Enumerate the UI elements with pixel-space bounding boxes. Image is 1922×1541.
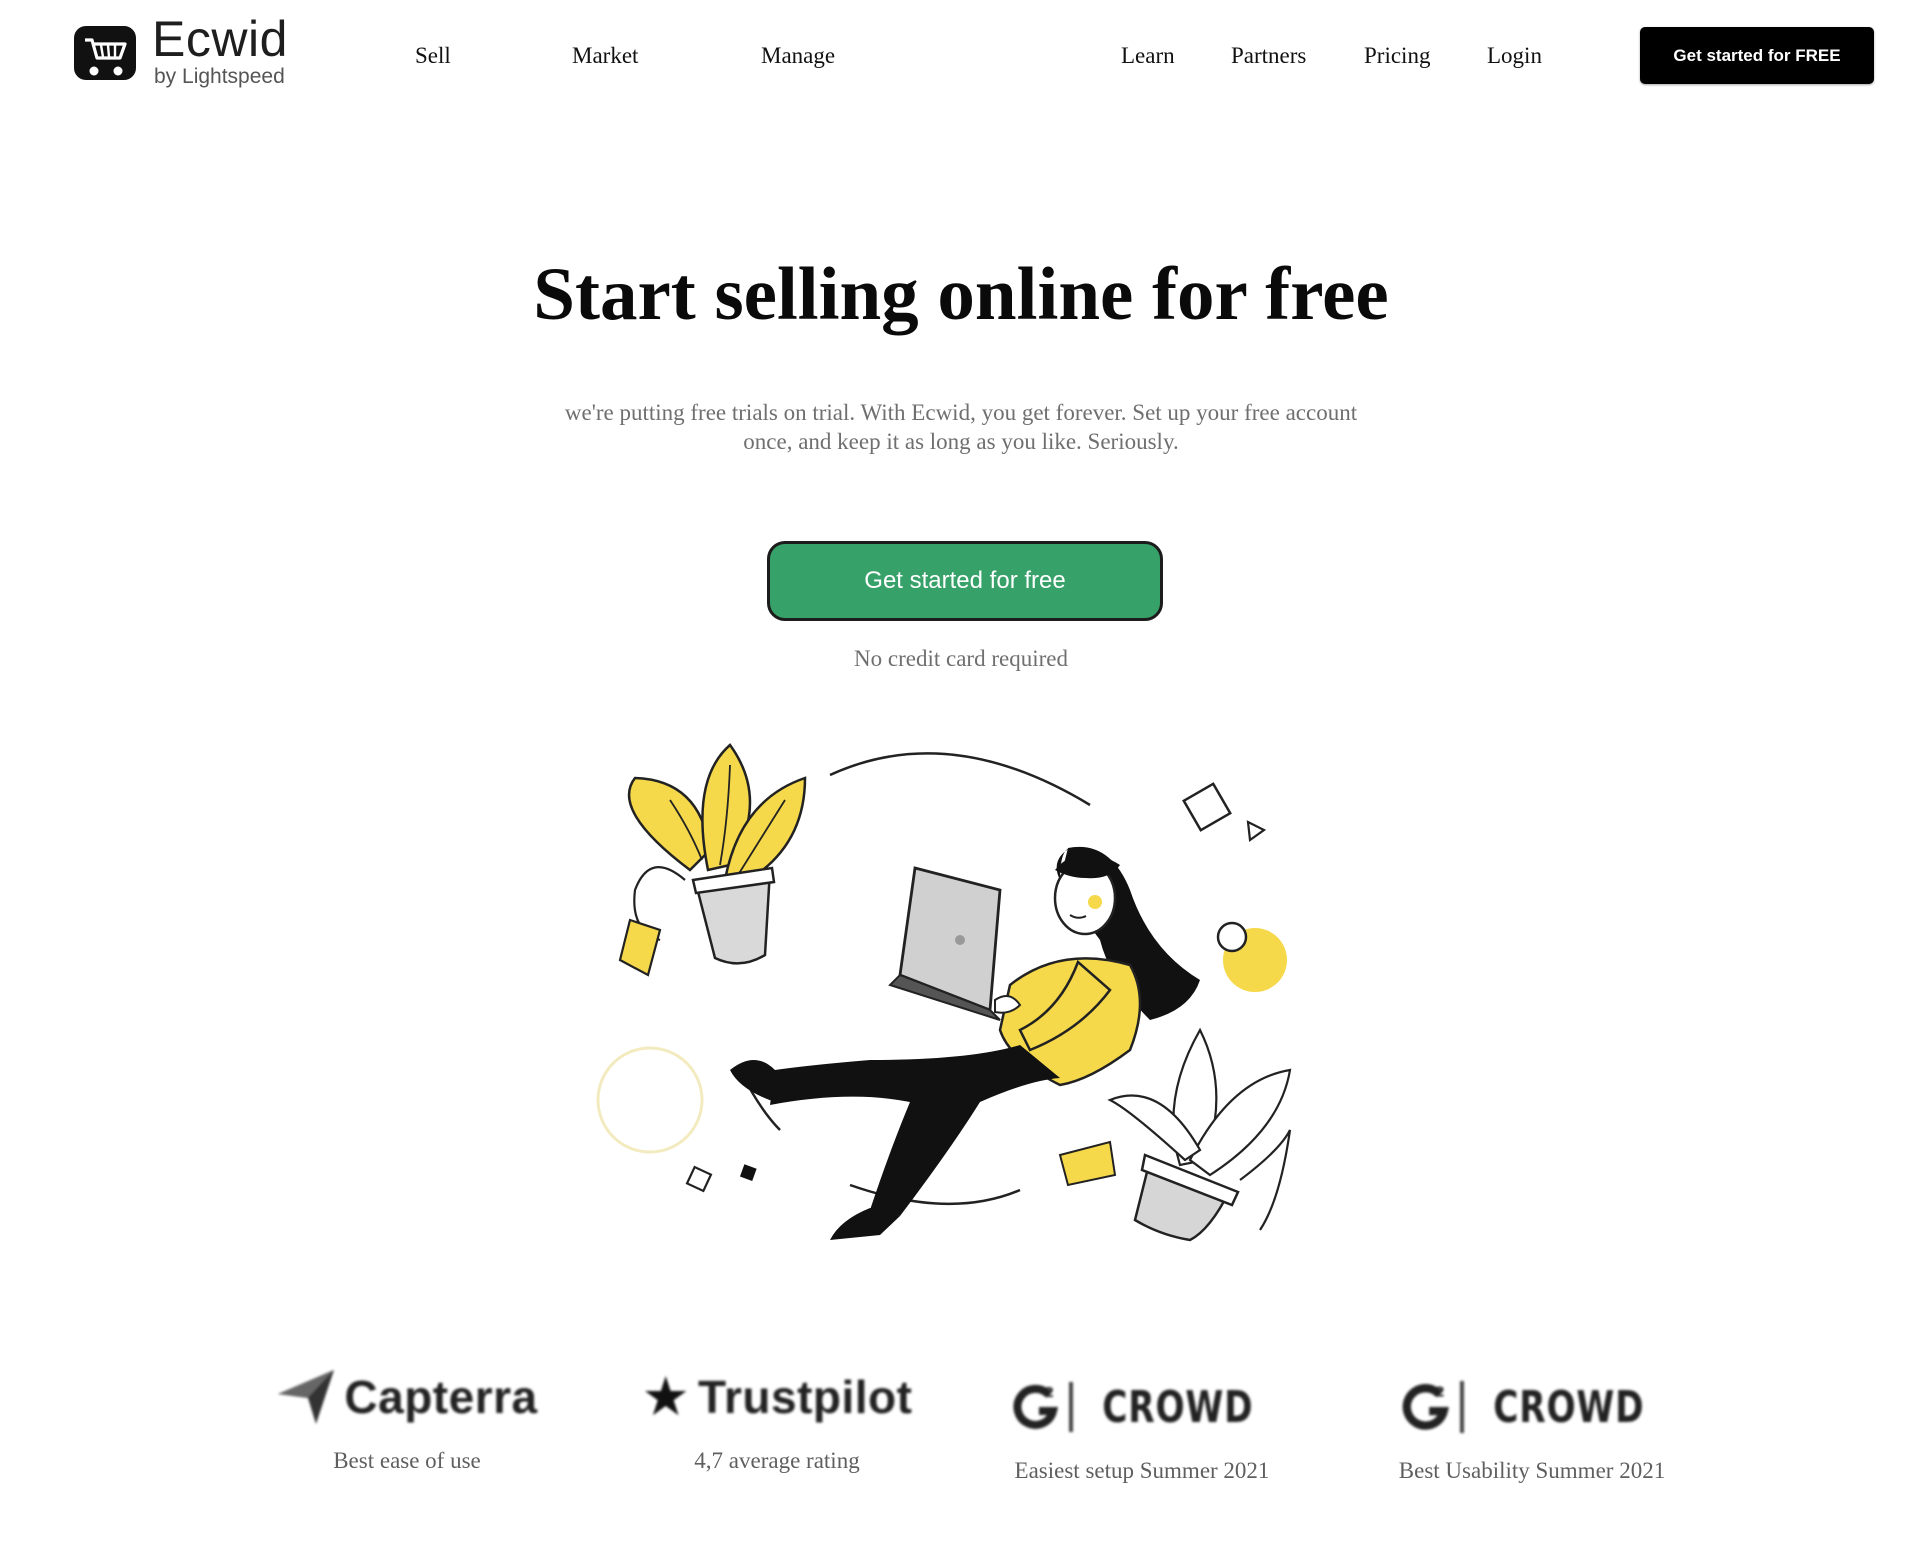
award-caption: Best Usability Summer 2021: [1398, 1458, 1666, 1483]
potted-plant-top: [618, 743, 807, 977]
logo-divider: [1460, 1381, 1465, 1433]
floating-square: [1182, 782, 1232, 832]
floating-triangle: [1246, 820, 1267, 842]
orbit-arc: [829, 752, 1091, 807]
award-g2-crowd-usability: 2 CROWD Best Usability Summer 2021: [1372, 1372, 1692, 1484]
small-circle: [1216, 921, 1248, 953]
no-credit-card-note: No credit card required: [854, 646, 1068, 671]
nav-login[interactable]: Login: [1487, 42, 1542, 70]
award-capterra: Capterra Best ease of use: [262, 1362, 552, 1474]
capterra-logo: Capterra: [262, 1362, 552, 1432]
crowd-wordmark: CROWD: [1493, 1381, 1645, 1433]
ecwid-logo[interactable]: Ecwid by Lightspeed: [72, 11, 312, 92]
pale-ring: [596, 1046, 704, 1154]
floating-square: [685, 1165, 713, 1193]
logo-wordmark: Ecwid: [152, 11, 288, 67]
woman-figure: [730, 846, 1200, 1240]
nav-learn[interactable]: Learn: [1121, 42, 1175, 70]
floating-square: [739, 1164, 757, 1181]
capterra-wordmark: Capterra: [344, 1371, 538, 1423]
svg-text:2: 2: [1436, 1385, 1445, 1401]
get-started-button[interactable]: Get started for free: [767, 541, 1163, 621]
shopping-cart-icon: [74, 26, 136, 80]
trustpilot-logo: ★ Trustpilot: [632, 1362, 922, 1432]
nav-manage[interactable]: Manage: [761, 42, 835, 70]
g2-logo-icon: 2: [1013, 1384, 1059, 1429]
award-caption: Easiest setup Summer 2021: [1014, 1458, 1270, 1483]
page-title: Start selling online for free: [533, 253, 1389, 336]
svg-text:2: 2: [1045, 1386, 1054, 1401]
hero-subtitle: we're putting free trials on trial. With…: [564, 400, 1358, 454]
nav-partners[interactable]: Partners: [1231, 42, 1306, 70]
nav-pricing[interactable]: Pricing: [1364, 42, 1430, 70]
get-started-header-button[interactable]: Get started for FREE: [1640, 27, 1874, 84]
nav-sell[interactable]: Sell: [415, 42, 451, 70]
trustpilot-wordmark: Trustpilot: [697, 1371, 913, 1423]
logo-tagline: by Lightspeed: [154, 65, 285, 88]
g2-crowd-logo: 2 CROWD: [1372, 1372, 1692, 1442]
award-caption: 4,7 average rating: [694, 1448, 860, 1473]
hero-illustration: [596, 743, 1292, 1242]
logo-divider: [1069, 1382, 1074, 1432]
crowd-wordmark: CROWD: [1102, 1381, 1254, 1433]
award-trustpilot: ★ Trustpilot 4,7 average rating: [632, 1362, 922, 1474]
award-g2-crowd-setup: 2 CROWD Easiest setup Summer 2021: [992, 1372, 1292, 1484]
g2-logo-icon: 2: [1402, 1384, 1450, 1430]
nav-market[interactable]: Market: [572, 42, 638, 70]
capterra-arrow-icon: [278, 1370, 335, 1424]
g2-crowd-logo: 2 CROWD: [992, 1372, 1292, 1442]
site-header: Ecwid by Lightspeed Sell Market Manage L…: [0, 0, 1922, 120]
award-caption: Best ease of use: [333, 1448, 481, 1473]
trustpilot-star-icon: ★: [641, 1365, 690, 1428]
